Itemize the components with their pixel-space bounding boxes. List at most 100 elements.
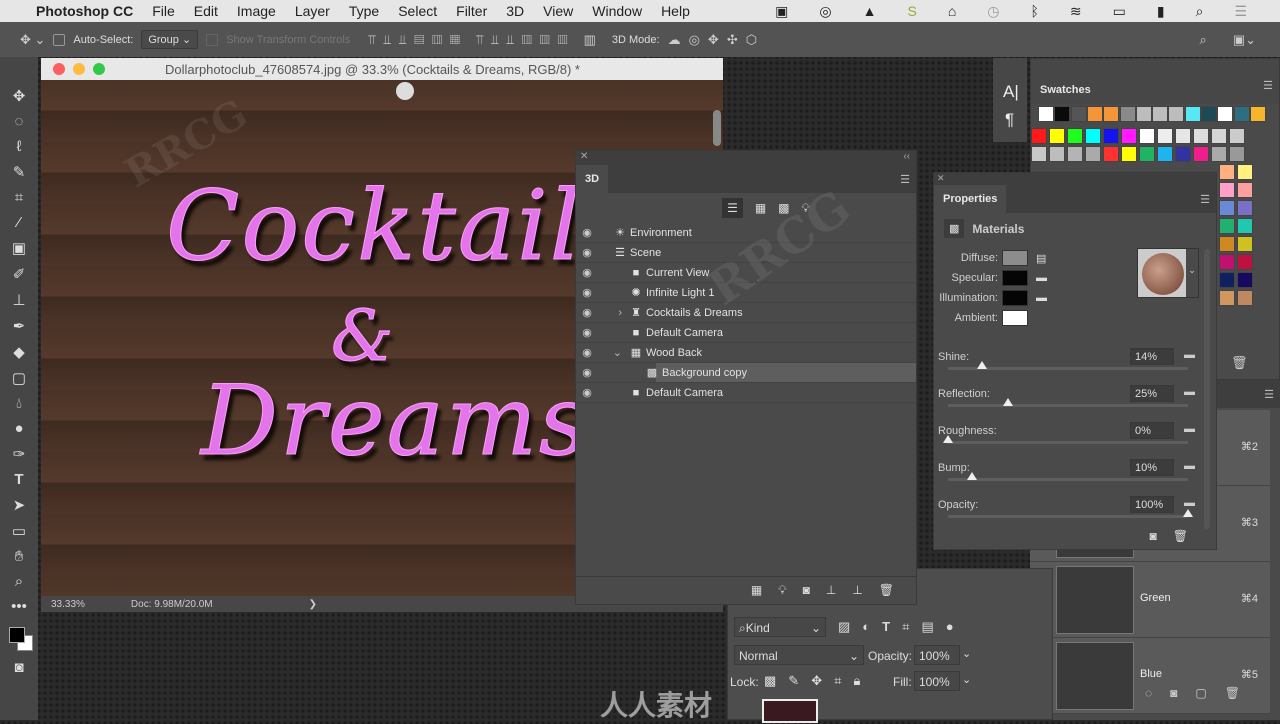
stamp-tool-icon[interactable]: ⊥ bbox=[12, 291, 25, 309]
new-channel-icon[interactable]: ▢ bbox=[1195, 686, 1206, 700]
slider-value-field[interactable]: 100% bbox=[1130, 496, 1174, 513]
3d-layer-row[interactable]: ◉ ■ Current View bbox=[576, 263, 916, 283]
eraser-tool-icon[interactable]: ◆ bbox=[13, 343, 25, 361]
crop-tool-icon[interactable]: ⌗ bbox=[15, 189, 23, 206]
menu-help[interactable]: Help bbox=[661, 3, 690, 19]
list-icon[interactable]: ☰ bbox=[1234, 3, 1247, 20]
slider-value-field[interactable]: 10% bbox=[1130, 459, 1174, 476]
pixel-filter-icon[interactable]: ▨ bbox=[838, 619, 850, 635]
properties-scrollbar[interactable] bbox=[1204, 249, 1210, 529]
specular-folder-icon[interactable]: ▬ bbox=[1036, 272, 1047, 284]
shape-tool-icon[interactable]: ▭ bbox=[12, 522, 26, 540]
document-title-bar[interactable]: Dollarphotoclub_47608574.jpg @ 33.3% (Co… bbox=[41, 58, 723, 80]
menu-window[interactable]: Window bbox=[592, 3, 642, 19]
slider-track[interactable] bbox=[948, 478, 1188, 481]
zoom-tool-icon[interactable]: ⌕ bbox=[15, 573, 23, 590]
material-picker[interactable]: ⌄ bbox=[1137, 248, 1199, 298]
3d-tab[interactable]: 3D bbox=[576, 165, 609, 193]
swatch[interactable] bbox=[1211, 128, 1227, 144]
delete-swatch-icon[interactable]: 🗑︎ bbox=[1231, 355, 1248, 371]
3d-layer-row[interactable]: ◉ › ♜ Cocktails & Dreams bbox=[576, 303, 916, 323]
swatch[interactable] bbox=[1237, 272, 1253, 288]
specular-color[interactable] bbox=[1002, 270, 1028, 286]
lock-artboard-icon[interactable]: ⌗ bbox=[834, 673, 841, 689]
hand-tool-icon[interactable]: ✋︎ bbox=[15, 548, 24, 565]
swatch[interactable] bbox=[1103, 106, 1120, 122]
swatch[interactable] bbox=[1168, 106, 1185, 122]
swatch[interactable] bbox=[1121, 128, 1137, 144]
character-panel-button[interactable]: A| bbox=[1003, 82, 1019, 102]
layer-fill-field[interactable]: 100% bbox=[914, 671, 960, 691]
swatch[interactable] bbox=[1229, 128, 1245, 144]
visibility-eye-icon[interactable]: ◉ bbox=[576, 226, 598, 239]
swatch[interactable] bbox=[1237, 182, 1253, 198]
wifi-icon[interactable]: ≋ bbox=[1070, 3, 1082, 20]
visibility-eye-icon[interactable]: ◉ bbox=[576, 286, 598, 299]
slider-thumb[interactable] bbox=[967, 472, 977, 480]
swatch[interactable] bbox=[1201, 106, 1217, 122]
texture-folder-icon[interactable]: ▬ bbox=[1184, 386, 1195, 398]
delete-icon[interactable]: 🗑︎ bbox=[1173, 529, 1188, 543]
light-widget-icon[interactable] bbox=[396, 82, 414, 100]
pen-tool-icon[interactable]: ✑ bbox=[13, 445, 26, 463]
diffuse-texture-icon[interactable]: ▤ bbox=[1036, 252, 1046, 265]
swatch[interactable] bbox=[1219, 200, 1235, 216]
shape-filter-icon[interactable]: ⌗ bbox=[902, 619, 909, 635]
slider-track[interactable] bbox=[948, 441, 1188, 444]
slider-thumb[interactable] bbox=[943, 435, 953, 443]
swatch[interactable] bbox=[1237, 254, 1253, 270]
material-dropdown-icon[interactable]: ⌄ bbox=[1186, 249, 1198, 297]
swatch[interactable] bbox=[1219, 290, 1235, 306]
swatch[interactable] bbox=[1121, 146, 1137, 162]
show-transform-checkbox[interactable] bbox=[206, 33, 219, 46]
3d-layer-row[interactable]: ◉ ■ Default Camera bbox=[576, 383, 916, 403]
auto-align-icon[interactable]: ▥ bbox=[584, 32, 596, 48]
history-brush-icon[interactable]: ✒ bbox=[13, 317, 26, 335]
swatch[interactable] bbox=[1070, 106, 1087, 122]
render-icon[interactable]: ◙ bbox=[1150, 529, 1157, 543]
whole-scene-filter-icon[interactable]: ☰ bbox=[722, 198, 743, 218]
smart-filter-icon[interactable]: ▤ bbox=[921, 619, 933, 635]
align-icons[interactable]: ⫪⫫⫫▤▥▦ bbox=[368, 32, 468, 48]
channel-row[interactable]: Green ⌘4 bbox=[1030, 562, 1270, 638]
swatch[interactable] bbox=[1237, 218, 1253, 234]
slider-track[interactable] bbox=[948, 404, 1188, 407]
ambient-color[interactable] bbox=[1002, 310, 1028, 326]
swatch[interactable] bbox=[1152, 106, 1169, 122]
3d-layer-row[interactable]: ◉ ☀ Environment bbox=[576, 223, 916, 243]
move-tool-icon[interactable]: ✥ bbox=[13, 87, 26, 105]
swatch[interactable] bbox=[1233, 106, 1250, 122]
swatch[interactable] bbox=[1193, 146, 1209, 162]
brush-tool-icon[interactable]: ✐ bbox=[13, 265, 26, 283]
delete-channel-icon[interactable]: 🗑︎ bbox=[1225, 686, 1240, 700]
swatch[interactable] bbox=[1237, 164, 1253, 180]
vertical-scrollbar[interactable] bbox=[713, 110, 721, 146]
swatch[interactable] bbox=[1229, 146, 1245, 162]
marquee-tool-icon[interactable]: ◌ bbox=[15, 113, 24, 130]
menu-edit[interactable]: Edit bbox=[194, 3, 218, 19]
status-menu-arrow[interactable]: ❯ bbox=[309, 599, 317, 610]
swatch[interactable] bbox=[1175, 146, 1191, 162]
search-icon[interactable]: ⌕ bbox=[1200, 32, 1207, 48]
menu-layer[interactable]: Layer bbox=[295, 3, 330, 19]
color-swatches[interactable] bbox=[5, 623, 33, 651]
swatch[interactable] bbox=[1193, 128, 1209, 144]
save-selection-icon[interactable]: ◙ bbox=[1170, 686, 1177, 700]
lock-transparent-icon[interactable]: ▩ bbox=[764, 673, 776, 689]
swatch[interactable] bbox=[1157, 128, 1173, 144]
quick-select-tool-icon[interactable]: ✎ bbox=[13, 163, 26, 181]
paragraph-panel-button[interactable]: ¶ bbox=[1005, 110, 1014, 130]
healing-tool-icon[interactable]: ▣ bbox=[12, 239, 26, 257]
path-select-tool-icon[interactable]: ➤ bbox=[13, 496, 26, 514]
swatch[interactable] bbox=[1038, 106, 1054, 122]
texture-folder-icon[interactable]: ▬ bbox=[1184, 497, 1195, 509]
lock-pixels-icon[interactable]: ✎ bbox=[788, 673, 799, 689]
swatch[interactable] bbox=[1049, 146, 1065, 162]
lock-all-icon[interactable]: 🔒︎ bbox=[853, 673, 860, 689]
swatch[interactable] bbox=[1237, 200, 1253, 216]
swatch[interactable] bbox=[1085, 146, 1101, 162]
swatch[interactable] bbox=[1031, 128, 1047, 144]
slider-thumb[interactable] bbox=[976, 361, 987, 369]
visibility-eye-icon[interactable]: ◉ bbox=[576, 366, 598, 379]
layer-opacity-field[interactable]: 100% bbox=[914, 645, 960, 665]
